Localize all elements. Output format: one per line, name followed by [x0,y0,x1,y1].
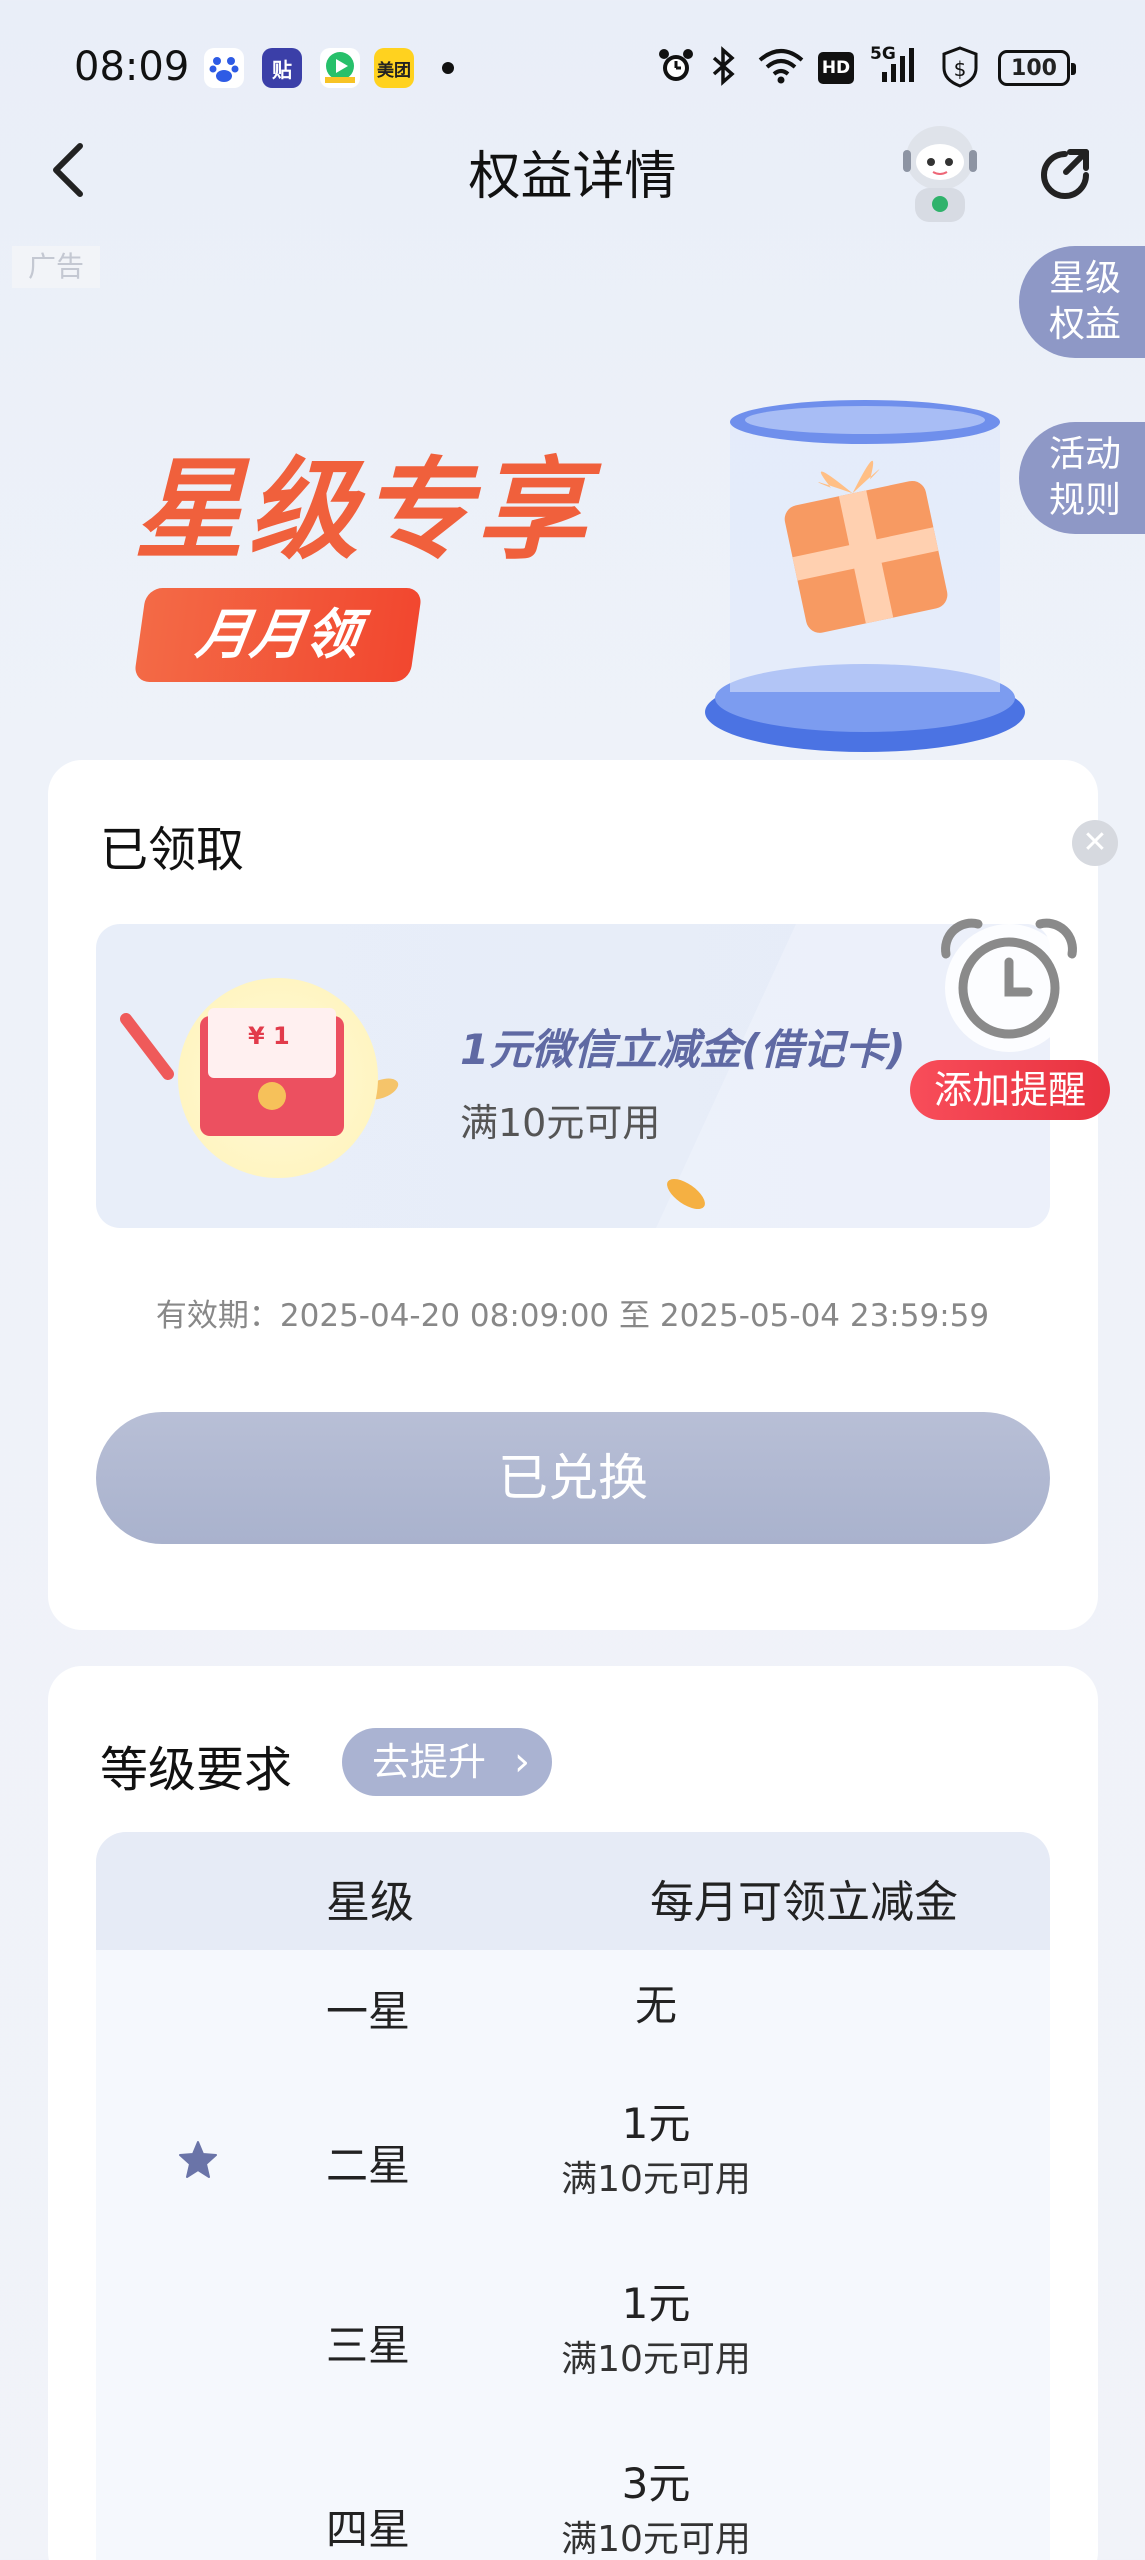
chevron-right-icon: › [514,1739,530,1785]
column-header: 星级 [326,1877,414,1928]
validity-period: 有效期：2025-04-20 08:09:00 至 2025-05-04 23:… [155,1298,990,1334]
row-value: 1元 [621,2099,691,2148]
hd-icon: HD [818,52,854,84]
refresh-icon [1041,149,1089,199]
row-value: 3元 [621,2459,691,2508]
coupon-condition: 满10元可用 [460,1101,661,1145]
banner-title: 星级专享 [134,446,590,574]
alarm-icon [656,46,696,95]
row-sub: 满10元可用 [561,2519,751,2560]
add-reminder-button[interactable]: 添加提醒 [910,1060,1110,1120]
side-tab-line: 星级 [1049,258,1122,299]
redeemed-button[interactable]: 已兑换 [96,1412,1050,1544]
star-icon [176,2138,220,2182]
coupon-card: ¥ 1 1元微信立减金(借记卡) 满10元可用 [96,924,1050,1228]
table-header: 星级 每月可领立减金 [96,1832,1050,1950]
svg-text:$: $ [954,57,967,81]
coupon-title: 1元微信立减金(借记卡) [460,1025,906,1074]
row-value: 无 [634,1981,677,2030]
close-icon[interactable]: ✕ [1072,820,1118,866]
side-tab-line: 权益 [1049,304,1122,345]
notification-dot [442,62,454,74]
upgrade-label: 去提升 [372,1740,487,1784]
tieba-icon: 贴 [262,48,302,88]
baidu-icon [204,48,244,88]
bluetooth-icon [708,46,738,95]
side-tab-line: 活动 [1049,434,1122,475]
video-icon [320,48,360,88]
shield-dollar-icon: $ [940,46,980,97]
row-sub: 满10元可用 [561,2159,751,2200]
upgrade-button[interactable]: 去提升 › [342,1728,552,1796]
side-tab-star-benefits[interactable]: 星级 权益 [1019,246,1145,358]
wifi-icon [756,46,806,95]
status-time: 08:09 [74,44,190,90]
ad-tag: 广告 [12,246,100,288]
banner-pill: 月月领 [133,588,423,682]
robot-mascot-icon[interactable] [885,118,995,228]
envelope-seal [258,1082,286,1110]
received-heading: 已领取 [100,822,245,878]
column-header: 每月可领立减金 [650,1877,958,1928]
refresh-button[interactable] [1030,140,1100,210]
meituan-icon: 美团 [374,48,414,88]
side-tab-activity-rules[interactable]: 活动 规则 [1019,422,1145,534]
requirements-heading: 等级要求 [100,1742,293,1798]
level-table: 星级 每月可领立减金 一星 无 二星 1元 满10元可用 三星 1元 满10元可… [96,1832,1050,2560]
row-sub: 满10元可用 [561,2339,751,2380]
envelope-amount: ¥ 1 [208,1008,336,1078]
side-tab-line: 规则 [1049,480,1122,521]
red-envelope-icon: ¥ 1 [200,1008,344,1136]
alarm-clock-icon[interactable] [916,910,1102,1060]
row-value: 1元 [621,2279,691,2328]
battery-indicator: 100 [998,50,1076,86]
gift-box-illustration [700,392,1030,762]
